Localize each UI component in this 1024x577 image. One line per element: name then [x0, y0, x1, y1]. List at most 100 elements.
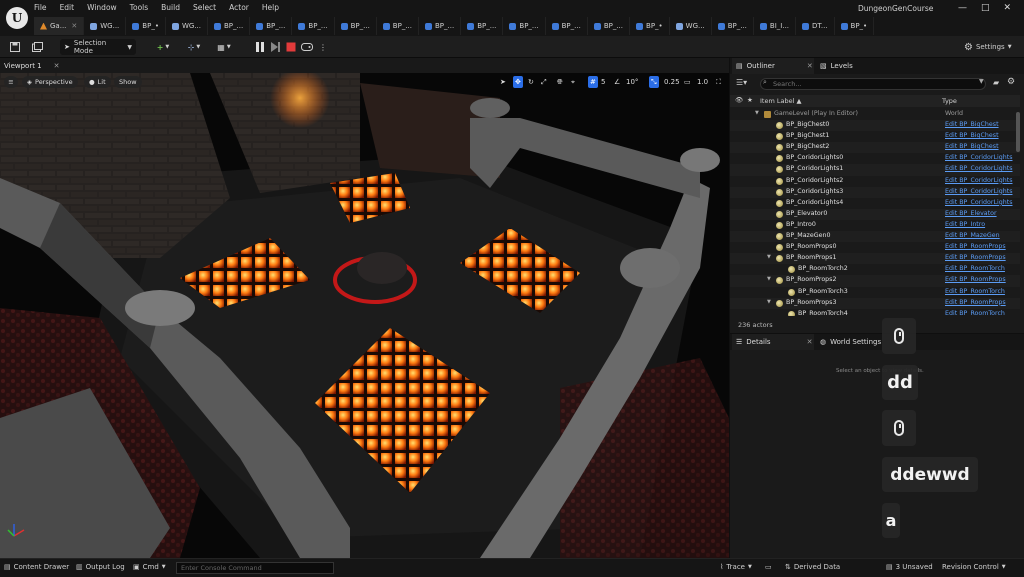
edit-blueprint-link[interactable]: Edit BP_RoomTorch [945, 265, 1005, 272]
menu-item-window[interactable]: Window [87, 3, 117, 15]
pin-star-icon[interactable]: ★ [747, 96, 753, 104]
outliner-row[interactable]: ▼ BP_RoomProps1 Edit BP_RoomProps [730, 253, 1020, 265]
grid-snap-value[interactable]: 5 [601, 76, 605, 88]
outliner-row[interactable]: BP_CoridorLights0 Edit BP_CoridorLights [730, 153, 1020, 164]
close-icon[interactable]: ✕ [54, 62, 60, 70]
add-actor-button[interactable]: + ▼ [152, 39, 174, 55]
column-type[interactable]: Type [942, 97, 957, 105]
outliner-row[interactable]: BP_CoridorLights1 Edit BP_CoridorLights [730, 164, 1020, 176]
blueprints-button[interactable]: ⊹ ▼ [182, 39, 206, 55]
cinematics-button[interactable]: ▦ ▼ [212, 39, 236, 55]
asset-tab[interactable]: WG... [84, 17, 127, 35]
close-icon[interactable]: ✕ [71, 22, 77, 30]
outliner-row[interactable]: BP_CoridorLights2 Edit BP_CoridorLights [730, 176, 1020, 187]
edit-blueprint-link[interactable]: Edit BP_Intro [945, 221, 985, 228]
asset-tab[interactable]: DT... [796, 17, 835, 35]
asset-tab[interactable]: BP_... [208, 17, 251, 35]
asset-tab[interactable]: BP_... [419, 17, 462, 35]
asset-tab[interactable]: BP_... [292, 17, 335, 35]
edit-blueprint-link[interactable]: Edit BP_RoomProps [945, 243, 1006, 250]
viewport-scene[interactable] [0, 58, 729, 558]
maximize-icon[interactable]: □ [981, 3, 990, 13]
edit-blueprint-link[interactable]: Edit BP_RoomProps [945, 276, 1006, 283]
unreal-logo-icon[interactable]: U [6, 7, 28, 29]
viewport-tab[interactable]: Viewport 1 ✕ [4, 60, 60, 72]
play-options-button[interactable]: ⋮ [318, 39, 328, 55]
grid-snap-icon[interactable]: # [588, 76, 598, 88]
close-icon[interactable]: ✕ [1004, 3, 1012, 13]
lit-button[interactable]: ● Lit [84, 76, 111, 88]
scale-snap-icon[interactable]: ⤡ [649, 76, 659, 88]
edit-blueprint-link[interactable]: Edit BP_CoridorLights [945, 154, 1012, 161]
stop-button[interactable] [285, 39, 297, 55]
asset-tab[interactable]: WG... [670, 17, 712, 35]
edit-blueprint-link[interactable]: Edit BP_RoomProps [945, 299, 1006, 306]
asset-tab[interactable]: BP_... [250, 17, 293, 35]
menu-item-actor[interactable]: Actor [229, 3, 249, 15]
step-button[interactable] [269, 39, 281, 55]
outliner-row[interactable]: BP_MazeGen0 Edit BP_MazeGen [730, 231, 1020, 243]
asset-tab[interactable]: BP_... [335, 17, 377, 35]
translate-tool-icon[interactable]: ✥ [513, 76, 523, 88]
viewport-menu-button[interactable]: ≡ [4, 76, 18, 88]
edit-blueprint-link[interactable]: Edit BP_BigChest [945, 132, 999, 139]
menu-item-select[interactable]: Select [193, 3, 216, 15]
world-space-icon[interactable]: 🌐︎ [557, 76, 563, 88]
add-folder-icon[interactable]: ▰ [993, 78, 999, 87]
tab-outliner[interactable]: ▤ Outliner ✕ [732, 58, 814, 74]
asset-tab[interactable]: BP_• [630, 17, 670, 35]
outliner-row[interactable]: BP_RoomTorch3 Edit BP_RoomTorch [730, 287, 1020, 298]
content-drawer-button[interactable]: ▤ Content Drawer [4, 563, 69, 571]
edit-blueprint-link[interactable]: Edit BP_Elevator [945, 210, 997, 217]
outliner-row[interactable]: ▼ BP_RoomProps2 Edit BP_RoomProps [730, 275, 1020, 287]
asset-tab[interactable]: BP_• [126, 17, 166, 35]
outliner-row[interactable]: BP_CoridorLights3 Edit BP_CoridorLights [730, 186, 1020, 198]
outliner-row[interactable]: BP_RoomTorch2 Edit BP_RoomTorch [730, 264, 1020, 275]
content-browser-icon[interactable] [30, 39, 44, 55]
close-icon[interactable]: ✕ [807, 62, 813, 70]
edit-blueprint-link[interactable]: Edit BP_BigChest [945, 143, 999, 150]
asset-tab[interactable]: BP_... [503, 17, 546, 35]
asset-tab[interactable]: Ga... ✕ [34, 17, 85, 35]
gear-icon[interactable]: ⚙ [1007, 77, 1015, 87]
edit-blueprint-link[interactable]: Edit BP_CoridorLights [945, 165, 1012, 172]
asset-tab[interactable]: WG... [166, 17, 208, 35]
menu-item-tools[interactable]: Tools [130, 3, 148, 15]
camera-speed-value[interactable]: 1.0 [697, 76, 708, 88]
outliner-row[interactable]: BP_Intro0 Edit BP_Intro [730, 220, 1020, 231]
menu-item-file[interactable]: File [34, 3, 47, 15]
outliner-row[interactable]: BP_RoomTorch4 Edit BP_RoomTorch [730, 309, 1020, 316]
outliner-row[interactable]: BP_BigChest0 Edit BP_BigChest [730, 120, 1020, 132]
column-item-label[interactable]: Item Label ▲ [760, 97, 801, 105]
asset-tab[interactable]: BP_... [461, 17, 504, 35]
expand-arrow-icon[interactable]: ▼ [767, 254, 771, 260]
close-icon[interactable]: ✕ [807, 338, 813, 346]
edit-blueprint-link[interactable]: Edit BP_RoomTorch [945, 288, 1005, 295]
save-icon[interactable] [8, 39, 22, 55]
tab-levels[interactable]: ▧ Levels [816, 58, 857, 74]
outliner-row[interactable]: BP_CoridorLights4 Edit BP_CoridorLights [730, 198, 1020, 209]
asset-tab[interactable]: BI_I... [754, 17, 797, 35]
derived-data-icon[interactable]: ▭ [765, 563, 772, 571]
scale-snap-value[interactable]: 0.25 [664, 76, 680, 88]
outliner-row[interactable]: BP_Elevator0 Edit BP_Elevator [730, 208, 1020, 220]
level-viewport[interactable] [0, 58, 729, 558]
output-log-button[interactable]: ▥ Output Log [76, 563, 125, 571]
tab-details[interactable]: ☰ Details ✕ [732, 334, 814, 350]
menu-item-edit[interactable]: Edit [60, 3, 75, 15]
revision-control-button[interactable]: Revision Control ▼ [942, 563, 1006, 571]
show-button[interactable]: Show [114, 76, 142, 88]
outliner-row[interactable]: BP_BigChest1 Edit BP_BigChest [730, 131, 1020, 142]
outliner-row[interactable]: ▼ GameLevel (Play In Editor) World [730, 109, 1020, 120]
possess-eject-button[interactable] [300, 39, 314, 55]
rotate-tool-icon[interactable]: ↻ [528, 76, 534, 88]
derived-data-button[interactable]: ⇅ Derived Data [785, 563, 840, 571]
rotation-snap-icon[interactable]: ∠ [614, 76, 620, 88]
asset-tab[interactable]: BP_... [712, 17, 754, 35]
surface-snap-icon[interactable]: ⌖ [571, 76, 575, 88]
camera-speed-icon[interactable]: ▭ [684, 76, 691, 88]
selection-mode-dropdown[interactable]: ➤ Selection Mode ▼ [60, 39, 136, 55]
cmd-dropdown[interactable]: ▣ Cmd ▼ [133, 563, 166, 571]
outliner-scrollbar[interactable] [1016, 112, 1020, 152]
tab-world-settings[interactable]: ◍ World Settings [816, 334, 885, 350]
